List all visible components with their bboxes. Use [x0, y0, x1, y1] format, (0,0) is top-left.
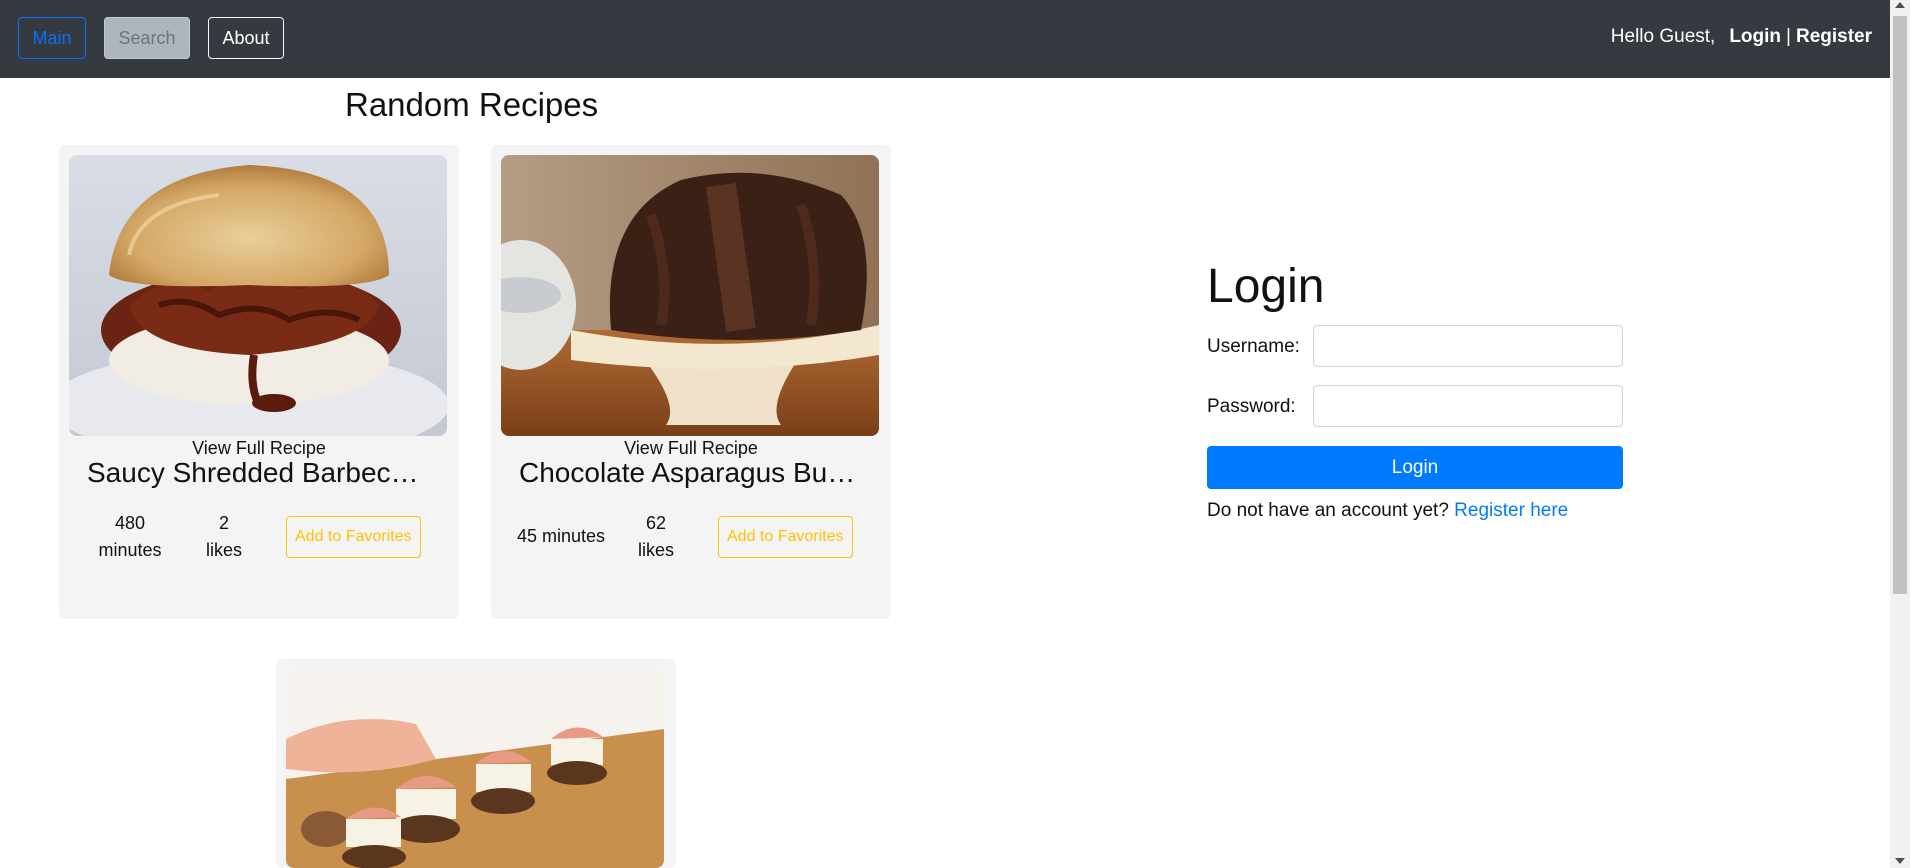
pulled-pork-sandwich-image[interactable] [69, 155, 447, 436]
register-prompt-text: Do not have an account yet? [1207, 500, 1449, 521]
prosciutto-appetizer-image[interactable] [286, 669, 664, 868]
like-count-unit: likes [205, 540, 242, 560]
view-full-recipe-link[interactable]: View Full Recipe [491, 438, 891, 459]
like-count: 62 likes [629, 510, 683, 564]
cook-time-value: 480 [114, 513, 146, 533]
recipe-title: Chocolate Asparagus Bundt Cake [519, 457, 863, 488]
like-count-value: 2 [218, 513, 229, 533]
scroll-up-arrow-icon[interactable] [1895, 2, 1905, 8]
top-navbar: Main Search About Hello Guest, Login | Regi… [0, 0, 1890, 78]
scrollbar-thumb[interactable] [1893, 16, 1907, 594]
chocolate-bundt-cake-image[interactable] [501, 155, 879, 436]
register-prompt: Do not have an account yet? Register her… [1207, 500, 1568, 522]
recipe-card [276, 659, 676, 868]
scroll-down-arrow-icon[interactable] [1895, 858, 1905, 864]
login-submit-button[interactable]: Login [1207, 446, 1623, 489]
register-here-link[interactable]: Register here [1454, 500, 1568, 521]
search-nav-button[interactable]: Search [104, 17, 190, 59]
about-nav-button[interactable]: About [208, 17, 284, 59]
cook-time-value: 45 minutes [516, 526, 606, 546]
register-nav-link[interactable]: Register [1796, 26, 1872, 47]
recipe-title: Saucy Shredded Barbecue Sandwiches [87, 457, 431, 488]
greeting-text: Hello Guest, [1610, 26, 1716, 47]
password-input[interactable] [1313, 385, 1623, 427]
recipe-card: View Full Recipe Chocolate Asparagus Bun… [491, 145, 891, 619]
like-count: 2 likes [197, 510, 251, 564]
username-label: Username: [1207, 336, 1300, 357]
nav-separator: | [1786, 26, 1791, 47]
user-area: Hello Guest, Login | Register [1611, 26, 1872, 48]
login-heading: Login [1207, 260, 1325, 313]
add-to-favorites-button[interactable]: Add to Favorites [718, 516, 853, 558]
username-input[interactable] [1313, 325, 1623, 367]
cook-time-unit: minutes [98, 540, 162, 560]
main-nav-button[interactable]: Main [18, 17, 86, 59]
view-full-recipe-link[interactable]: View Full Recipe [59, 438, 459, 459]
password-label: Password: [1207, 396, 1296, 417]
cook-time: 45 minutes [511, 523, 611, 550]
random-recipes-heading: Random Recipes [345, 86, 599, 123]
add-to-favorites-button[interactable]: Add to Favorites [286, 516, 421, 558]
login-nav-link[interactable]: Login [1729, 26, 1781, 47]
like-count-unit: likes [637, 540, 674, 560]
like-count-value: 62 [645, 513, 667, 533]
cook-time: 480 minutes [87, 510, 173, 564]
recipe-card: View Full Recipe Saucy Shredded Barbecue… [59, 145, 459, 619]
vertical-scrollbar[interactable] [1890, 0, 1910, 868]
